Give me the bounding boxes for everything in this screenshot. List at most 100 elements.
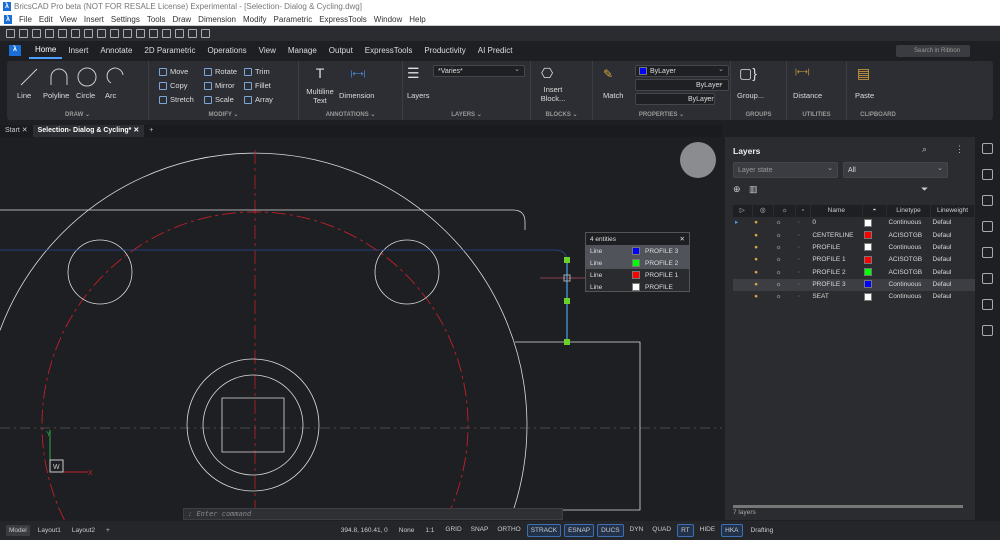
toggle-dyn[interactable]: DYN	[627, 524, 647, 537]
arc-button[interactable]: Arc	[105, 91, 116, 100]
menu-help[interactable]: Help	[409, 15, 425, 24]
toggle-ortho[interactable]: ORTHO	[494, 524, 523, 537]
quick-access-icon[interactable]	[97, 29, 106, 38]
drawing-canvas[interactable]: WYX	[0, 137, 722, 520]
toggle-grid[interactable]: GRID	[442, 524, 464, 537]
layer-row[interactable]: ●☼▫PROFILE 2ACISOTGBDefaul	[733, 266, 975, 278]
tab-start[interactable]: Start ✕	[0, 125, 33, 137]
menu-window[interactable]: Window	[374, 15, 402, 24]
bulb-icon[interactable]: ●	[752, 254, 773, 266]
move-button[interactable]: Move	[159, 67, 188, 76]
tab-annotate[interactable]: Annotate	[94, 41, 138, 60]
layer-lineweight[interactable]: Defaul	[931, 254, 975, 266]
layers-group-label[interactable]: LAYERS ⌄	[403, 111, 530, 118]
draw-group-label[interactable]: DRAW ⌄	[7, 111, 148, 118]
group-button[interactable]: Group...	[737, 91, 764, 100]
match-button[interactable]: Match	[603, 91, 623, 100]
layer-state-dropdown[interactable]: Layer state	[733, 162, 838, 178]
panel-strip-icon[interactable]	[982, 325, 993, 336]
new-tab-button[interactable]: +	[144, 125, 158, 137]
layer-row[interactable]: ●☼▫CENTERLINEACISOTGBDefaul	[733, 230, 975, 242]
layer-color-swatch[interactable]	[864, 231, 872, 239]
panel-strip-icon[interactable]	[982, 273, 993, 284]
lock-icon[interactable]: ▫	[796, 230, 811, 242]
layer-linetype[interactable]: Continuous	[887, 279, 931, 291]
command-input[interactable]: : Enter command	[183, 508, 563, 520]
quick-access-icon[interactable]	[136, 29, 145, 38]
annotations-group-label[interactable]: ANNOTATIONS ⌄	[299, 111, 402, 118]
quick-access-icon[interactable]	[32, 29, 41, 38]
layer-linetype[interactable]: Continuous	[887, 242, 931, 254]
distance-button[interactable]: Distance	[793, 91, 822, 100]
quick-access-icon[interactable]	[19, 29, 28, 38]
layer-color-swatch[interactable]	[864, 280, 872, 288]
quick-access-icon[interactable]	[175, 29, 184, 38]
model-tab[interactable]: Model	[6, 525, 30, 536]
menu-insert[interactable]: Insert	[84, 15, 104, 24]
layer-color-swatch[interactable]	[864, 293, 872, 301]
polyline-button[interactable]: Polyline	[43, 91, 69, 100]
bulb-icon[interactable]: ●	[752, 217, 773, 229]
quick-access-icon[interactable]	[45, 29, 54, 38]
layer-lineweight[interactable]: Defaul	[931, 217, 975, 229]
delete-layer-icon[interactable]: ▥	[749, 184, 758, 195]
blocks-group-label[interactable]: BLOCKS ⌄	[531, 111, 592, 118]
layer-color-swatch[interactable]	[864, 268, 872, 276]
sun-icon[interactable]: ☼	[774, 230, 796, 242]
bulb-icon[interactable]: ●	[752, 291, 773, 303]
close-icon[interactable]: ✕	[680, 235, 685, 243]
circle-button[interactable]: Circle	[76, 91, 95, 100]
tab-drawing[interactable]: Selection- Dialog & Cycling* ✕	[33, 125, 145, 137]
toggle-snap[interactable]: SNAP	[468, 524, 492, 537]
sun-icon[interactable]: ☼	[774, 217, 796, 229]
name-column-header[interactable]: Name	[810, 205, 862, 217]
quick-access-icon[interactable]	[201, 29, 210, 38]
layer-lineweight[interactable]: Defaul	[931, 291, 975, 303]
close-icon[interactable]: ✕	[22, 127, 28, 134]
toggle-hka[interactable]: HKA	[721, 524, 742, 537]
more-icon[interactable]: ⋮	[955, 144, 964, 155]
layer-row[interactable]: ●☼▫PROFILE 1ACISOTGBDefaul	[733, 254, 975, 266]
layer-row[interactable]: ●☼▫SEATContinuousDefaul	[733, 291, 975, 303]
app-button-icon[interactable]: λ	[9, 45, 21, 56]
layer-lineweight[interactable]: Defaul	[931, 230, 975, 242]
menu-file[interactable]: File	[19, 15, 32, 24]
quick-access-icon[interactable]	[149, 29, 158, 38]
tab-productivity[interactable]: Productivity	[418, 41, 471, 60]
filter-icon[interactable]: ⏷	[921, 184, 928, 195]
linetype-column-header[interactable]: Linetype	[887, 205, 931, 217]
panel-strip-icon[interactable]	[982, 143, 993, 154]
current-layer-dropdown[interactable]: *Varies*	[433, 65, 525, 77]
layer-row[interactable]: ●☼▫PROFILE 3ContinuousDefaul	[733, 279, 975, 291]
tab-view[interactable]: View	[253, 41, 282, 60]
lock-icon[interactable]: ▫	[796, 242, 811, 254]
drawing[interactable]: WYX	[0, 137, 722, 520]
menu-expresstools[interactable]: ExpressTools	[319, 15, 367, 24]
stretch-button[interactable]: Stretch	[159, 95, 194, 104]
lock-icon[interactable]: ▫	[796, 254, 811, 266]
modify-group-label[interactable]: MODIFY ⌄	[149, 111, 298, 118]
tab-home[interactable]: Home	[29, 42, 62, 59]
annotation-scale[interactable]: 1:1	[422, 525, 437, 536]
panel-strip-icon[interactable]	[982, 247, 993, 258]
menu-dimension[interactable]: Dimension	[198, 15, 236, 24]
quick-access-icon[interactable]	[123, 29, 132, 38]
workspace-dropdown[interactable]: Drafting	[748, 525, 777, 536]
toggle-ducs[interactable]: DUCS	[597, 524, 623, 537]
layer-linetype[interactable]: Continuous	[887, 291, 931, 303]
selection-item[interactable]: LinePROFILE 3	[586, 245, 689, 257]
array-button[interactable]: Array	[244, 95, 273, 104]
close-icon[interactable]: ✕	[133, 127, 139, 134]
panel-strip-icon[interactable]	[982, 221, 993, 232]
panel-strip-icon[interactable]	[982, 299, 993, 310]
toggle-esnap[interactable]: ESNAP	[564, 524, 594, 537]
copy-button[interactable]: Copy	[159, 81, 188, 90]
menu-tools[interactable]: Tools	[147, 15, 166, 24]
quick-access-icon[interactable]	[110, 29, 119, 38]
toggle-quad[interactable]: QUAD	[649, 524, 674, 537]
layout2-tab[interactable]: Layout2	[69, 525, 98, 536]
bulb-icon[interactable]: ●	[752, 230, 773, 242]
panel-strip-icon[interactable]	[982, 169, 993, 180]
none-button[interactable]: None	[396, 525, 418, 536]
layer-filter-dropdown[interactable]: All	[843, 162, 948, 178]
